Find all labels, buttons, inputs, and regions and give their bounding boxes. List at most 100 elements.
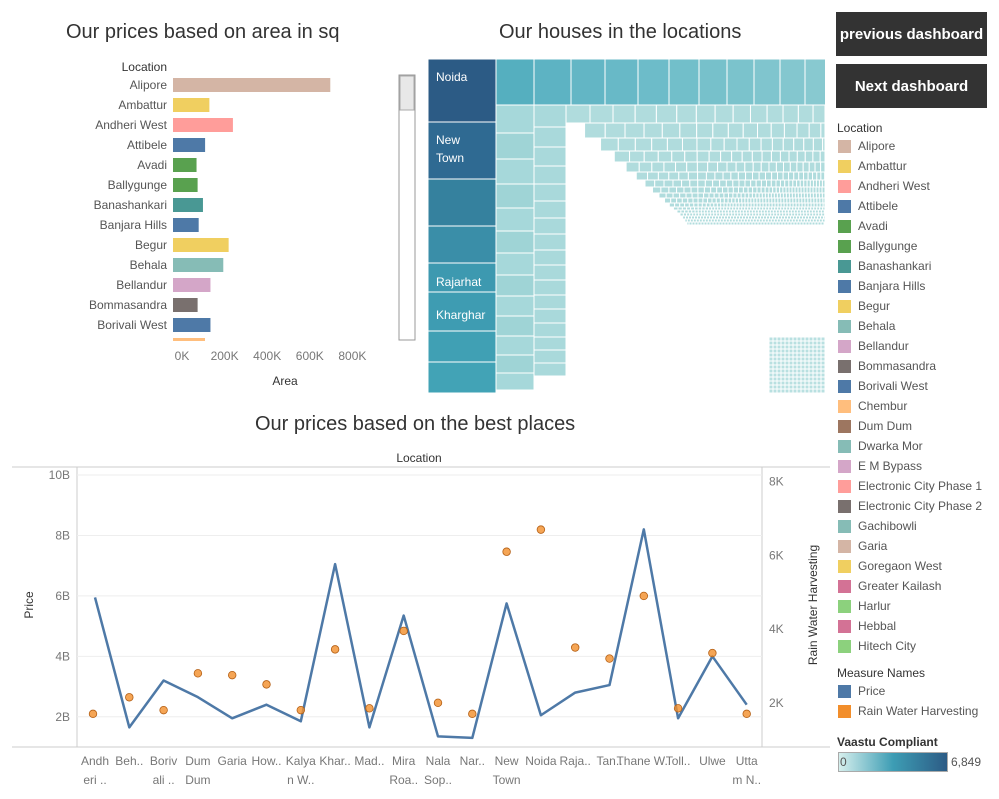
treemap-cell[interactable] [708,150,722,163]
treemap-cell[interactable] [744,161,754,173]
treemap-cell[interactable] [796,344,802,350]
treemap-cell[interactable] [707,197,713,204]
treemap-cell[interactable] [533,264,567,281]
treemap-cell[interactable] [693,202,699,208]
treemap-cell[interactable] [804,364,810,370]
treemap-cell[interactable] [803,171,809,181]
treemap-cell[interactable] [766,104,784,124]
treemap-cell[interactable] [816,380,822,386]
treemap-cell[interactable] [808,368,814,374]
treemap-cell[interactable] [705,171,716,181]
treemap-cell[interactable] [681,197,689,204]
treemap-cell[interactable] [780,344,786,350]
treemap-cell[interactable] [770,122,785,139]
legend-item-location[interactable]: Borivali West [838,378,928,394]
treemap-cell[interactable] [808,364,814,370]
treemap-cell[interactable] [710,137,725,152]
rain-water-point[interactable] [708,648,717,658]
previous-dashboard-button[interactable]: previous dashboard [836,12,987,56]
treemap-cell[interactable] [678,171,689,181]
treemap-cell[interactable] [788,388,794,393]
treemap-cell[interactable] [696,161,709,173]
treemap-cell[interactable] [629,150,645,163]
treemap-cell[interactable] [584,122,606,139]
treemap-cell[interactable] [696,150,710,163]
treemap-cell[interactable] [812,388,818,393]
treemap-cell[interactable] [804,150,814,163]
treemap-cell[interactable] [788,380,794,386]
treemap-cell[interactable] [760,179,767,188]
treemap-cell[interactable] [796,364,802,370]
treemap-cell[interactable] [624,122,645,139]
treemap-cell[interactable] [617,137,636,152]
rain-water-point[interactable] [159,705,168,715]
treemap-cell[interactable] [764,186,770,194]
treemap-cell[interactable] [780,356,786,362]
next-dashboard-button[interactable]: Next dashboard [836,64,987,108]
treemap-cell[interactable] [727,186,734,194]
treemap-cell[interactable] [702,197,709,204]
treemap-cell[interactable] [780,348,786,354]
treemap-cell[interactable] [796,372,802,378]
treemap-cell[interactable] [792,360,798,366]
treemap-cell[interactable] [816,388,822,393]
treemap-cell[interactable] [816,372,822,378]
treemap-cell[interactable] [647,171,659,181]
treemap-cell[interactable] [703,192,710,199]
treemap-cell[interactable] [772,348,778,354]
treemap-cell[interactable] [713,192,720,199]
treemap-cell[interactable] [804,376,810,382]
treemap-cell[interactable] [428,330,497,363]
treemap-cell[interactable] [495,315,535,337]
legend-item-location[interactable]: Hitech City [838,638,916,654]
treemap-cell[interactable] [726,161,737,173]
treemap-cell[interactable] [776,388,782,393]
treemap-cell[interactable] [661,122,681,139]
treemap-cell[interactable] [820,122,825,139]
treemap-cell[interactable] [822,137,825,152]
treemap-cell[interactable] [664,197,672,204]
treemap-cell[interactable] [716,186,723,194]
legend-item-location[interactable]: E M Bypass [838,458,922,474]
rain-water-point[interactable] [571,643,580,652]
treemap-cell[interactable] [533,217,567,235]
treemap-cell[interactable] [752,161,762,173]
treemap-cell[interactable] [737,171,747,181]
treemap-cell[interactable] [634,137,653,152]
treemap-cell[interactable] [779,59,806,106]
treemap-cell[interactable] [691,192,699,199]
treemap-cell[interactable] [750,179,757,188]
treemap-cell[interactable] [679,192,687,199]
treemap-cell[interactable] [792,348,798,354]
rain-water-point[interactable] [742,709,751,719]
treemap-cell[interactable] [638,161,653,173]
treemap-cell[interactable] [495,59,535,106]
treemap-cell[interactable] [768,340,774,346]
treemap-cell[interactable] [735,161,746,173]
treemap-cell[interactable] [788,352,794,358]
price-line[interactable] [93,528,748,740]
treemap-cell[interactable] [792,388,798,393]
treemap-cell[interactable] [796,179,801,188]
treemap-cell[interactable] [775,161,785,173]
legend-item-location[interactable]: Alipore [838,138,895,154]
treemap-cell[interactable] [723,197,729,204]
treemap-cell[interactable] [533,294,567,310]
treemap-cell[interactable] [644,179,656,188]
treemap-cell[interactable] [776,380,782,386]
treemap-cell[interactable] [783,122,798,139]
treemap-cell[interactable] [690,186,699,194]
treemap-cell[interactable] [812,340,818,346]
treemap-cell[interactable] [800,368,806,374]
treemap-cell[interactable] [804,340,810,346]
treemap-cell[interactable] [772,384,778,390]
treemap-cell[interactable] [779,150,790,163]
treemap-cell[interactable] [495,104,535,134]
treemap-cell[interactable] [796,380,802,386]
treemap-cell[interactable] [697,202,703,208]
treemap-cell[interactable] [765,171,773,181]
treemap-cell[interactable] [731,150,743,163]
treemap-cell[interactable] [751,150,763,163]
treemap-cell[interactable] [820,364,825,370]
treemap-cell[interactable] [803,179,808,188]
